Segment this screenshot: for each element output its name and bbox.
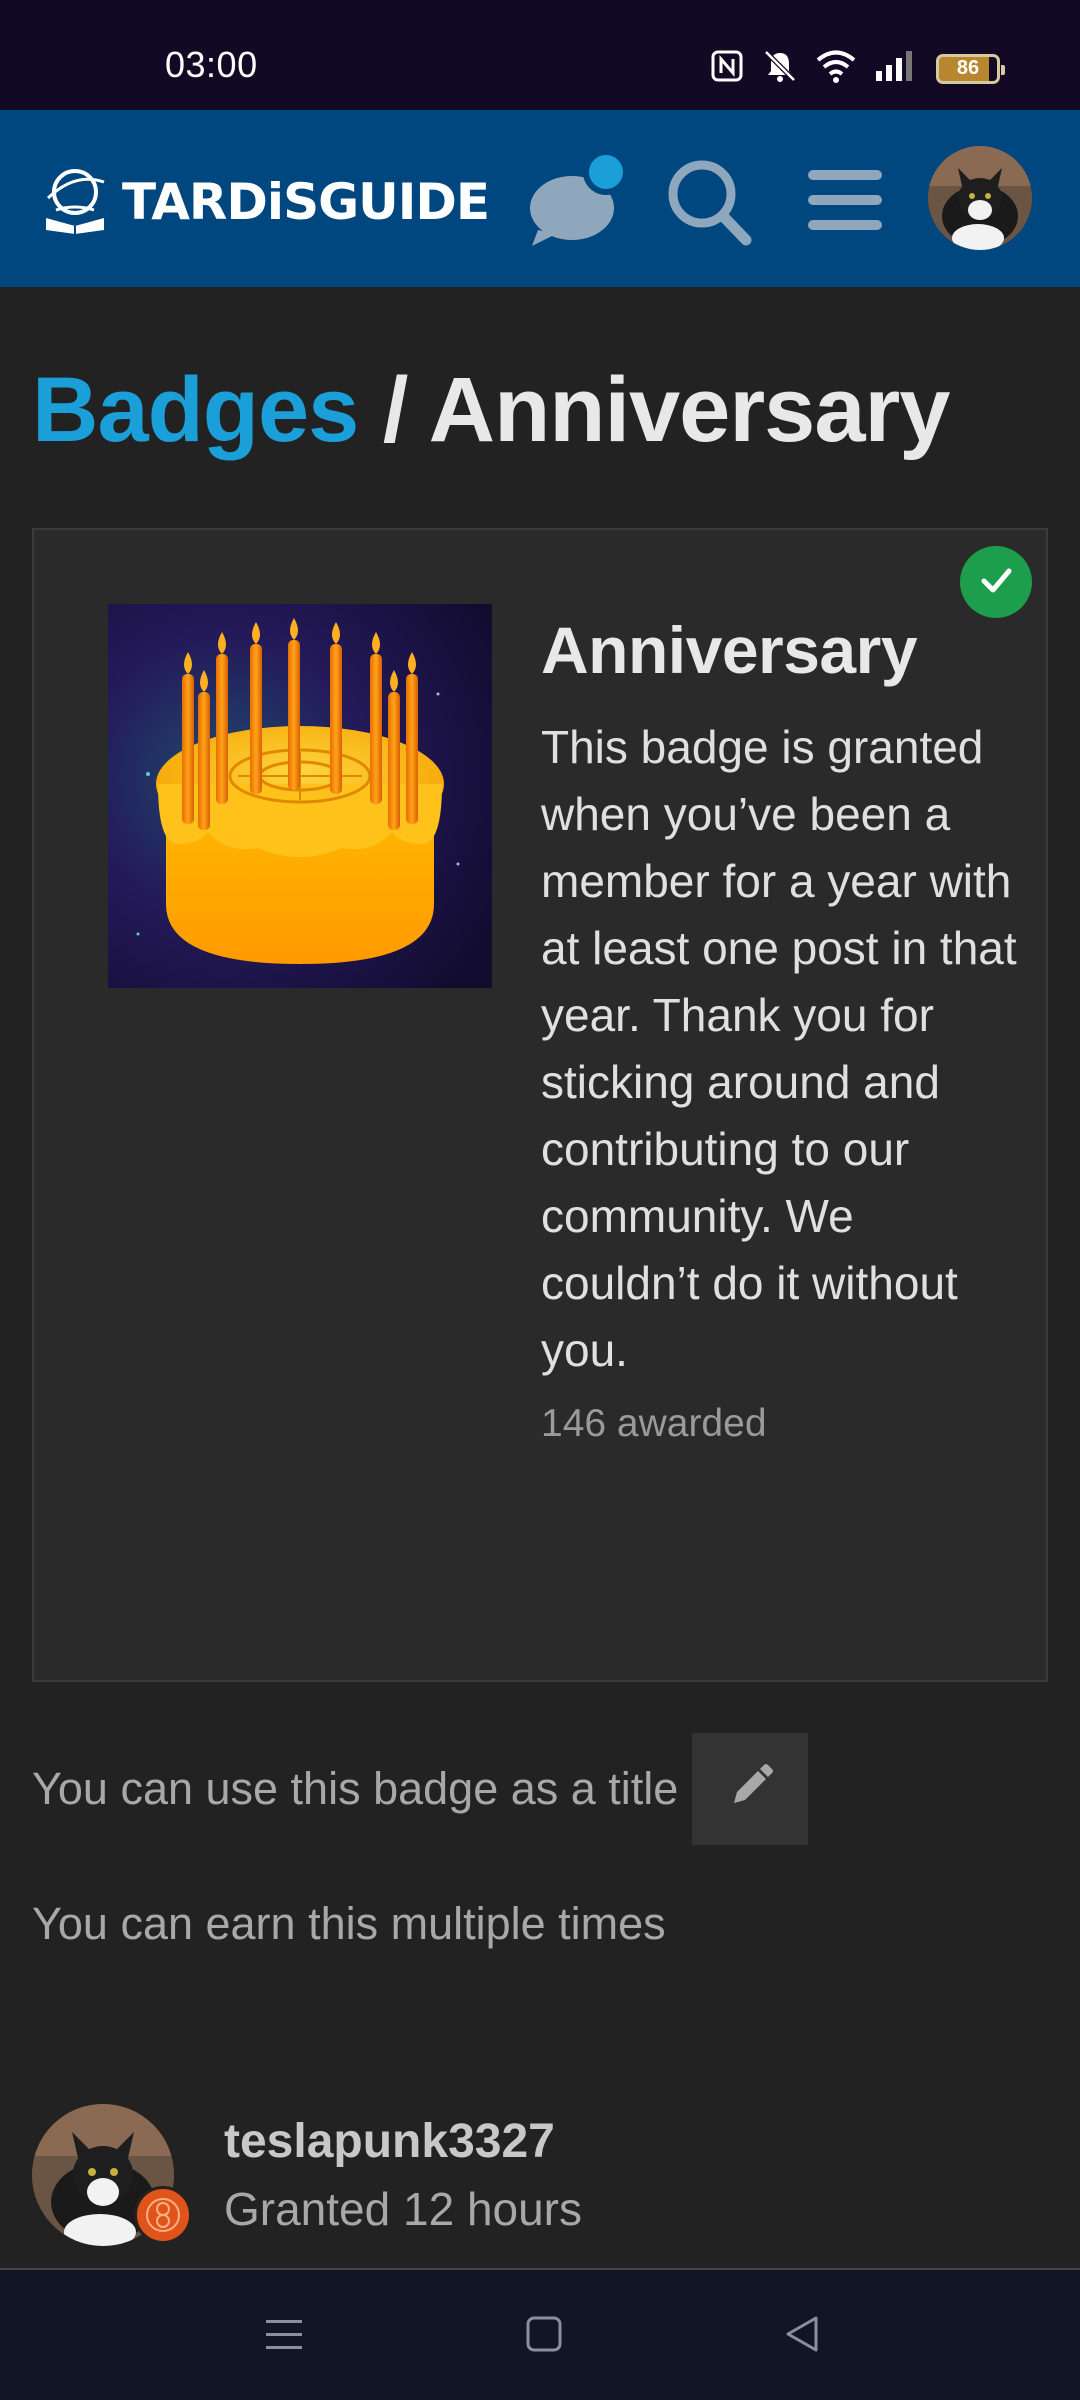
recipient-granted-time: Granted 12 hours — [224, 2183, 583, 2235]
wifi-icon — [816, 49, 856, 88]
menu-button[interactable] — [800, 150, 890, 255]
avatar[interactable] — [928, 146, 1032, 250]
multi-earn-note: You can earn this multiple times — [32, 1898, 666, 1949]
back-button[interactable] — [780, 2312, 824, 2361]
recents-icon — [262, 2320, 306, 2360]
check-icon — [976, 560, 1016, 605]
signal-icon — [874, 49, 918, 88]
chat-icon — [522, 149, 632, 254]
nfc-icon — [710, 49, 744, 88]
mute-icon — [762, 48, 798, 89]
badge-image — [108, 604, 492, 988]
site-header: TARDiSGUIDE — [0, 110, 1080, 287]
system-nav-bar — [0, 2270, 1080, 2400]
pencil-icon — [724, 1761, 776, 1818]
menu-icon — [800, 170, 890, 254]
logo-icon — [38, 162, 112, 241]
logo-text: TARDiSGUIDE — [122, 172, 490, 231]
search-icon — [660, 160, 760, 254]
recents-button[interactable] — [262, 2312, 306, 2361]
page-title: Anniversary — [428, 359, 951, 461]
badge-name: Anniversary — [541, 613, 918, 687]
status-time: 03:00 — [165, 44, 258, 85]
badge-info: Anniversary This badge is granted when y… — [541, 612, 1021, 1446]
breadcrumb-separator: / — [382, 359, 409, 461]
battery-level: 86 — [956, 57, 980, 79]
status-bar: 03:00 86 — [0, 0, 1080, 110]
badge-card: Anniversary This badge is granted when y… — [32, 528, 1048, 1682]
breadcrumb-badges-link[interactable]: Badges — [32, 359, 359, 461]
user-flair-icon — [134, 2186, 192, 2244]
search-button[interactable] — [660, 150, 760, 255]
granted-badge — [960, 546, 1032, 618]
site-logo[interactable]: TARDiSGUIDE — [38, 162, 490, 241]
badge-description: This badge is granted when you’ve been a… — [541, 721, 1017, 1376]
chat-button[interactable] — [522, 149, 632, 255]
home-icon — [522, 2316, 566, 2360]
battery-icon: 86 — [936, 53, 1005, 84]
home-button[interactable] — [522, 2312, 566, 2361]
recipient-item[interactable]: teslapunk3327 Granted 12 hours — [32, 2104, 1048, 2264]
status-icons: 86 — [710, 48, 1005, 89]
title-note: You can use this badge as a title — [32, 1733, 809, 1845]
edit-title-button[interactable] — [692, 1733, 809, 1845]
back-icon — [780, 2316, 824, 2360]
recipient-username[interactable]: teslapunk3327 — [224, 2114, 555, 2169]
badge-awarded-count[interactable]: 146 awarded — [541, 1402, 1021, 1446]
title-note-text: You can use this badge as a title — [32, 1763, 679, 1814]
breadcrumb: Badges / Anniversary — [32, 358, 951, 463]
